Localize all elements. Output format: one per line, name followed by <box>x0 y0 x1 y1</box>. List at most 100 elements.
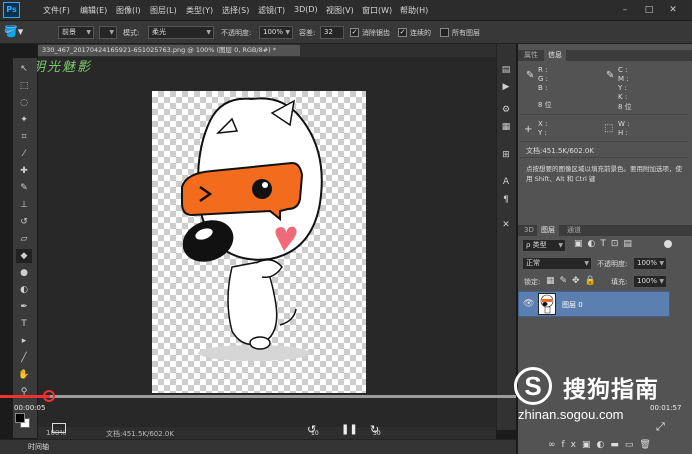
fill-input[interactable]: 100% ▼ <box>633 275 667 288</box>
lock-icons[interactable]: ▦✎✥🔒 <box>546 276 601 286</box>
move-tool-icon[interactable]: ↖ <box>16 62 32 76</box>
tab-properties[interactable]: 属性 <box>520 50 542 61</box>
healing-brush-tool-icon[interactable]: ✚ <box>16 164 32 178</box>
opacity-value: 100% <box>263 28 284 36</box>
clone-source-icon[interactable]: ⊞ <box>499 148 513 162</box>
paint-bucket-icon[interactable]: 🪣▾ <box>4 24 34 40</box>
document-tab[interactable]: 330_467_20170424165921-651025763.png @ 1… <box>38 45 300 56</box>
sogou-logo: S <box>514 367 552 405</box>
menu-view[interactable]: 视图(V) <box>326 5 354 16</box>
chevron-down-icon: ▼ <box>206 29 211 36</box>
menu-filter[interactable]: 滤镜(T) <box>258 5 285 16</box>
type-tool-icon[interactable]: T <box>16 317 32 331</box>
blend-mode-dropdown[interactable]: 正常 ▼ <box>522 257 592 270</box>
quick-selection-tool-icon[interactable]: ✦ <box>16 113 32 127</box>
layer-opacity-label: 不透明度: <box>597 260 628 268</box>
eyedropper-icon: ✎ <box>606 70 615 81</box>
mode-value: 柔光 <box>152 28 166 36</box>
layer-footer-icons[interactable]: ∞fx▣◐▬▭🗑 <box>548 440 657 450</box>
fill-source-value: 前景 <box>62 28 76 36</box>
pause-icon[interactable]: ❚❚ <box>341 424 358 435</box>
timeline-label[interactable]: 时间轴 <box>28 442 49 452</box>
opacity-input[interactable]: 100% ▼ <box>259 26 293 39</box>
brush-tool-icon[interactable]: ✎ <box>16 181 32 195</box>
opacity-label: 不透明度: <box>221 29 252 37</box>
actions-play-icon[interactable]: ▶ <box>499 80 513 94</box>
layer-filter-icons[interactable]: ▣◐T⊡▤ <box>574 239 637 249</box>
path-selection-tool-icon[interactable]: ▸ <box>16 334 32 348</box>
menu-help[interactable]: 帮助(H) <box>400 5 428 16</box>
tab-channels[interactable]: 通道 <box>563 225 585 236</box>
layer-opacity-input[interactable]: 100% ▼ <box>633 257 667 270</box>
line-tool-icon[interactable]: ╱ <box>16 351 32 365</box>
fill-value: 100% <box>637 277 658 285</box>
layer-thumbnail <box>538 293 556 315</box>
clone-stamp-tool-icon[interactable]: ⊥ <box>16 198 32 212</box>
eraser-tool-icon[interactable]: ▱ <box>16 232 32 246</box>
chevron-down-icon: ▼ <box>558 242 563 249</box>
menu-edit[interactable]: 编辑(E) <box>80 5 107 16</box>
menu-file[interactable]: 文件(F) <box>43 5 70 16</box>
tab-info[interactable]: 信息 <box>544 50 566 61</box>
video-progress-knob[interactable] <box>43 390 55 402</box>
tab-3d[interactable]: 3D <box>520 225 538 236</box>
divider <box>520 114 688 115</box>
tool-presets-icon[interactable]: ⚙ <box>499 103 513 117</box>
lasso-tool-icon[interactable]: ◌ <box>16 96 32 110</box>
sogou-url: zhinan.sogou.com <box>518 407 624 422</box>
menu-window[interactable]: 窗口(W) <box>362 5 392 16</box>
fill-source-dropdown[interactable]: 前景 ▼ <box>58 26 94 39</box>
brush-panel-icon[interactable]: ▦ <box>499 120 513 134</box>
info-x-label: X : <box>538 120 548 128</box>
minimize-icon[interactable]: – <box>616 3 634 17</box>
blur-tool-icon[interactable]: ● <box>16 266 32 280</box>
paragraph-panel-icon[interactable]: ¶ <box>499 193 513 207</box>
layer-filter-dropdown[interactable]: ρ 类型 ▼ <box>522 239 566 252</box>
fullscreen-icon[interactable]: ⤢ <box>656 420 665 434</box>
menu-type[interactable]: 类型(Y) <box>186 5 213 16</box>
menu-image[interactable]: 图像(I) <box>116 5 141 16</box>
all-layers-checkbox[interactable] <box>440 28 449 37</box>
contiguous-label: 连续的 <box>410 29 431 37</box>
tolerance-input[interactable]: 32 <box>320 26 344 39</box>
chevron-down-icon: ▼ <box>659 278 664 285</box>
history-brush-tool-icon[interactable]: ↺ <box>16 215 32 229</box>
info-hint-text: 点按想要的图像区域以填充前景色。要用附加选项，使用 Shift、Alt 和 Ct… <box>526 165 682 183</box>
subtitle-icon[interactable] <box>52 423 66 433</box>
tolerance-label: 容差: <box>299 29 316 37</box>
tab-layers[interactable]: 图层 <box>537 225 559 236</box>
contiguous-checkbox[interactable]: ✓ <box>398 28 407 37</box>
video-progress-track[interactable] <box>0 395 516 398</box>
video-total-time: 00:01:57 <box>650 404 682 412</box>
dodge-tool-icon[interactable]: ◐ <box>16 283 32 297</box>
history-icon[interactable]: ▤ <box>499 63 513 77</box>
mode-dropdown[interactable]: 柔光 ▼ <box>148 26 214 39</box>
paint-bucket-tool-icon[interactable]: ◆ <box>16 249 32 263</box>
all-layers-label: 所有图层 <box>452 29 480 37</box>
close-icon[interactable]: ✕ <box>664 3 682 17</box>
pattern-dropdown[interactable]: ▼ <box>99 26 117 39</box>
hand-tool-icon[interactable]: ✋ <box>16 368 32 382</box>
crop-tool-icon[interactable]: ⌗ <box>16 130 32 144</box>
chevron-down-icon: ▼ <box>86 29 91 36</box>
maximize-icon[interactable]: □ <box>640 3 658 17</box>
marquee-tool-icon[interactable]: ⬚ <box>16 79 32 93</box>
pen-tool-icon[interactable]: ✒ <box>16 300 32 314</box>
filter-toggle-icon[interactable] <box>664 240 672 248</box>
sogou-name: 搜狗指南 <box>563 377 659 403</box>
antialias-checkbox[interactable]: ✓ <box>350 28 359 37</box>
layer-name[interactable]: 图层 0 <box>562 300 583 310</box>
divider <box>520 141 688 142</box>
document-canvas[interactable] <box>152 91 366 393</box>
eyedropper-tool-icon[interactable]: ⁄ <box>16 147 32 161</box>
tools-cross-icon[interactable]: ✕ <box>499 218 513 232</box>
foreground-color-swatch[interactable] <box>15 413 25 423</box>
menu-select[interactable]: 选择(S) <box>222 5 249 16</box>
layer-thumbnail-image <box>540 294 554 314</box>
visibility-eye-icon[interactable]: 👁 <box>523 299 534 309</box>
layer-filter-value: ρ 类型 <box>526 241 547 249</box>
menu-layer[interactable]: 图层(L) <box>150 5 177 16</box>
character-panel-icon[interactable]: A <box>499 175 513 189</box>
menu-3d[interactable]: 3D(D) <box>294 5 318 14</box>
antialias-label: 消除锯齿 <box>362 29 390 37</box>
